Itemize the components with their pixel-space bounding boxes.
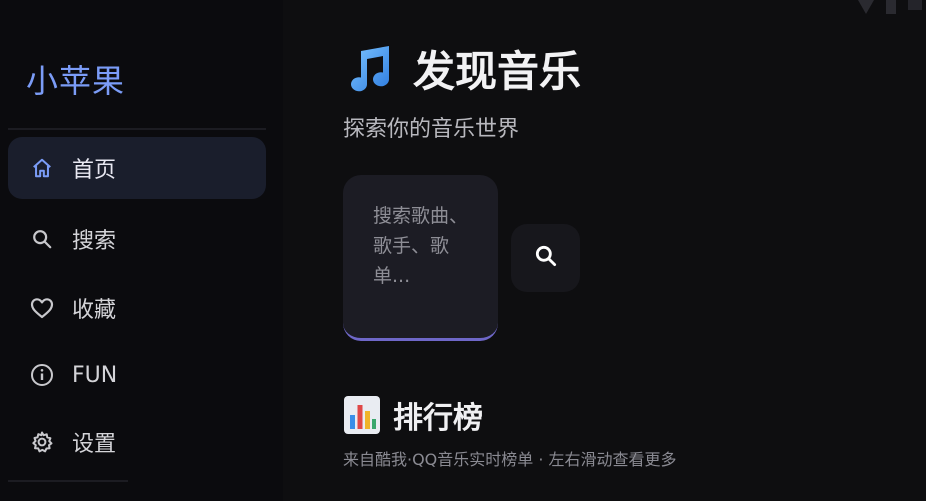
section-caption: 来自酷我·QQ音乐实时榜单 · 左右滑动查看更多	[343, 450, 677, 469]
sidebar-item-label: 首页	[72, 158, 117, 183]
sidebar-bottom-divider	[8, 480, 128, 482]
home-icon	[30, 156, 54, 180]
search-icon	[533, 243, 559, 273]
sidebar-item-settings[interactable]: 设置	[8, 411, 266, 473]
sidebar-item-search[interactable]: 搜索	[8, 208, 266, 270]
bar-chart-icon	[344, 396, 380, 434]
search-icon	[30, 227, 54, 251]
info-icon	[30, 363, 54, 387]
sidebar: 小苹果 首页 搜索 收藏 FUN 设置	[0, 0, 283, 501]
heart-icon	[30, 296, 54, 320]
search-button[interactable]	[511, 224, 580, 292]
app-brand: 小苹果	[26, 62, 126, 100]
search-placeholder: 搜索歌曲、歌手、歌单...	[373, 205, 469, 287]
search-input[interactable]: 搜索歌曲、歌手、歌单...	[343, 175, 498, 341]
main-content: 发现音乐 探索你的音乐世界 搜索歌曲、歌手、歌单... 排行榜 来自酷我·QQ音…	[283, 0, 926, 501]
sidebar-item-home[interactable]: 首页	[8, 137, 266, 199]
music-note-icon	[351, 45, 390, 91]
app-window: 小苹果 首页 搜索 收藏 FUN 设置 发现音乐 探索你的音乐世界 搜索歌曲、歌…	[0, 0, 926, 501]
sidebar-item-fun[interactable]: FUN	[8, 344, 266, 406]
sidebar-item-label: 收藏	[72, 298, 117, 323]
sidebar-item-favorites[interactable]: 收藏	[8, 277, 266, 339]
sidebar-item-label: 搜索	[72, 229, 117, 254]
chart-section-header: 排行榜	[343, 393, 483, 437]
sidebar-item-label: FUN	[72, 362, 118, 388]
sidebar-item-label: 设置	[72, 432, 117, 457]
status-glyph-icon	[858, 0, 922, 14]
brand-divider	[8, 128, 266, 130]
section-title: 排行榜	[393, 401, 483, 436]
page-title: 发现音乐	[413, 47, 582, 96]
gear-icon	[30, 430, 54, 454]
page-header: 发现音乐	[343, 38, 581, 99]
page-subtitle: 探索你的音乐世界	[343, 117, 520, 142]
